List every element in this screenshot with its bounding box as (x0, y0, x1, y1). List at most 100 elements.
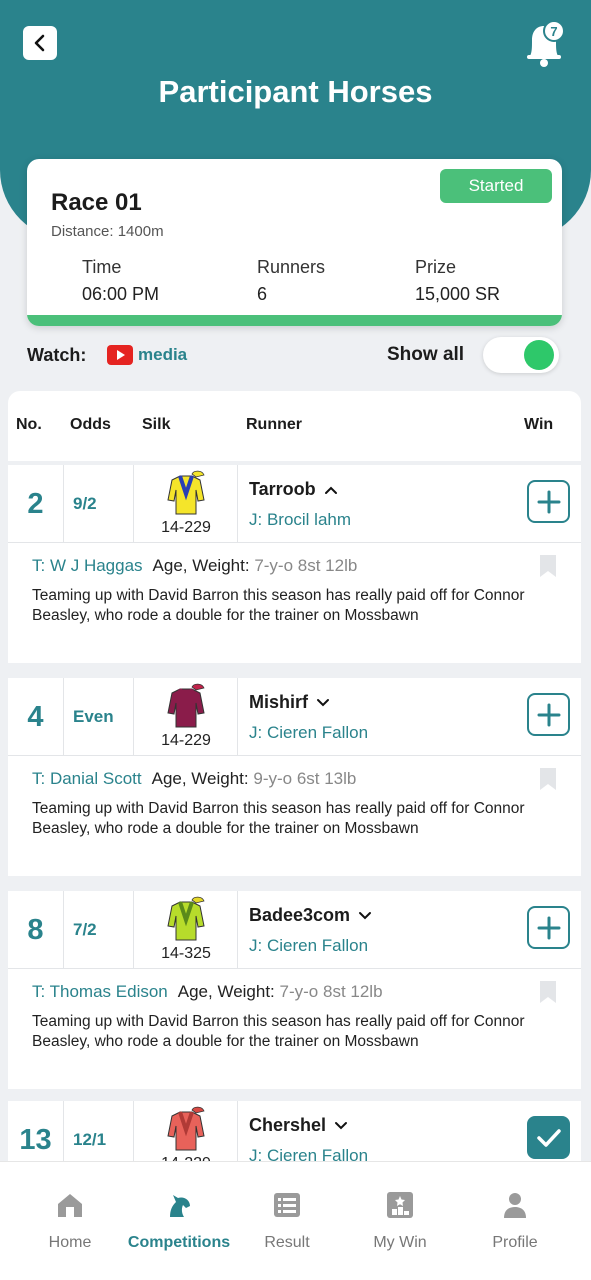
age-weight-label: Age, Weight: (152, 556, 250, 575)
show-all-label: Show all (387, 344, 465, 365)
race-runners: Runners 6 (257, 257, 325, 305)
trainer-line: T: Thomas Edison Age, Weight: 7-y-o 8st 1… (32, 982, 383, 1002)
runner-name[interactable]: Mishirf (249, 692, 330, 713)
bottom-nav: Home Competitions Result My Win Profile (0, 1161, 591, 1280)
horse-summary: 2 9/2 14-229 Tarroob J: Brocil lahm (8, 465, 581, 543)
trainer-line: T: W J Haggas Age, Weight: 7-y-o 8st 12lb (32, 556, 357, 576)
status-badge: Started (440, 169, 552, 203)
horse-number: 2 (8, 465, 64, 543)
plus-icon (537, 490, 560, 513)
play-icon (107, 345, 133, 365)
age-weight-value: 7-y-o 8st 12lb (254, 556, 358, 575)
page-title: Participant Horses (158, 74, 433, 109)
race-prize-value: 15,000 SR (415, 284, 501, 304)
horse-odds: Even (64, 678, 134, 756)
race-progress-bar (27, 315, 562, 326)
trainer-line: T: Danial Scott Age, Weight: 9-y-o 6st 13… (32, 769, 356, 789)
horse-row: 8 7/2 14-325 Badee3com J: Cieren Fallon T: Th… (8, 891, 581, 1089)
back-button[interactable] (23, 26, 57, 60)
race-runners-label: Runners (257, 257, 326, 277)
race-prize-label: Prize (415, 257, 457, 277)
win-select-button[interactable] (527, 906, 570, 949)
age-weight-label: Age, Weight: (177, 982, 275, 1001)
silk-icon (167, 896, 205, 941)
race-card: Race 01 Distance: 1400m Started Time 06:… (27, 159, 562, 326)
nav-home-label: Home (48, 1234, 92, 1251)
horse-silk: 14-325 (134, 891, 238, 969)
table-header: No. Odds Silk Runner Win (8, 391, 581, 461)
podium-icon (387, 1192, 413, 1218)
nav-my-win-label: My Win (373, 1234, 427, 1251)
horse-summary: 4 Even 14-229 Mishirf J: Cieren Fallon (8, 678, 581, 756)
horse-number: 4 (8, 678, 64, 756)
runner-name-text: Tarroob (249, 479, 316, 499)
silk-code: 14-325 (161, 945, 211, 962)
nav-competitions-label: Competitions (127, 1234, 231, 1251)
race-prize: Prize 15,000 SR (415, 257, 500, 305)
show-all-toggle[interactable] (483, 337, 559, 373)
trainer-name: T: W J Haggas (32, 556, 143, 575)
nav-profile[interactable]: Profile (456, 1162, 574, 1280)
header-runner: Runner (246, 416, 302, 433)
header-no: No. (16, 416, 42, 433)
nav-competitions[interactable]: Competitions (120, 1162, 238, 1280)
horse-row: 4 Even 14-229 Mishirf J: Cieren Fallon T: Dan… (8, 678, 581, 876)
race-time-label: Time (82, 257, 122, 277)
horse-summary: 8 7/2 14-325 Badee3com J: Cieren Fallon (8, 891, 581, 969)
horse-silk: 14-229 (134, 465, 238, 543)
bookmark-icon[interactable] (539, 554, 557, 578)
notification-badge: 7 (543, 20, 565, 42)
silk-icon (167, 1106, 205, 1151)
race-title: Race 01 (51, 189, 142, 216)
runner-name[interactable]: Tarroob (249, 479, 338, 500)
plus-icon (537, 916, 560, 939)
plus-icon (537, 703, 560, 726)
runner-name[interactable]: Badee3com (249, 905, 372, 926)
runner-name[interactable]: Chershel (249, 1115, 348, 1136)
nav-profile-label: Profile (492, 1234, 538, 1251)
chevron-down-icon[interactable] (358, 911, 372, 921)
jockey-name: J: Cieren Fallon (249, 723, 369, 742)
horse-odds: 9/2 (64, 465, 134, 543)
horse-number: 8 (8, 891, 64, 969)
header-silk: Silk (142, 416, 171, 433)
silk-icon (167, 683, 205, 728)
home-icon (58, 1194, 82, 1217)
chevron-down-icon[interactable] (334, 1121, 348, 1131)
race-distance: Distance: 1400m (51, 223, 164, 240)
chevron-up-icon[interactable] (324, 485, 338, 495)
horse-silk: 14-229 (134, 678, 238, 756)
nav-result-label: Result (264, 1234, 310, 1251)
age-weight-label: Age, Weight: (151, 769, 249, 788)
win-select-button[interactable] (527, 1116, 570, 1159)
race-time-value: 06:00 PM (82, 284, 160, 304)
race-runners-value: 6 (257, 284, 268, 304)
check-icon (536, 1128, 561, 1147)
horse-row: 2 9/2 14-229 Tarroob J: Brocil lahm T: W J Ha… (8, 465, 581, 663)
bookmark-icon[interactable] (539, 767, 557, 791)
chevron-left-icon (34, 34, 45, 52)
header-odds: Odds (70, 416, 111, 433)
age-weight-value: 9-y-o 6st 13lb (253, 769, 357, 788)
win-select-button[interactable] (527, 480, 570, 523)
header-win: Win (524, 416, 554, 433)
age-weight-value: 7-y-o 8st 12lb (279, 982, 383, 1001)
nav-result[interactable]: Result (228, 1162, 346, 1280)
chevron-down-icon[interactable] (316, 698, 330, 708)
silk-icon (167, 470, 205, 515)
nav-home[interactable]: Home (11, 1162, 129, 1280)
win-select-button[interactable] (527, 693, 570, 736)
bookmark-icon[interactable] (539, 980, 557, 1004)
trainer-name: T: Danial Scott (32, 769, 142, 788)
race-time: Time 06:00 PM (82, 257, 159, 305)
jockey-name: J: Brocil lahm (249, 510, 352, 529)
media-label: media (138, 345, 188, 364)
runner-name-text: Chershel (249, 1115, 327, 1135)
nav-my-win[interactable]: My Win (341, 1162, 459, 1280)
toggle-knob (524, 340, 554, 370)
media-link[interactable]: media (107, 345, 187, 365)
watch-row: Watch: media Show all (27, 337, 562, 374)
trainer-name: T: Thomas Edison (32, 982, 168, 1001)
runner-name-text: Badee3com (249, 905, 351, 925)
horse-comment: Teaming up with David Barron this season… (32, 1013, 525, 1050)
